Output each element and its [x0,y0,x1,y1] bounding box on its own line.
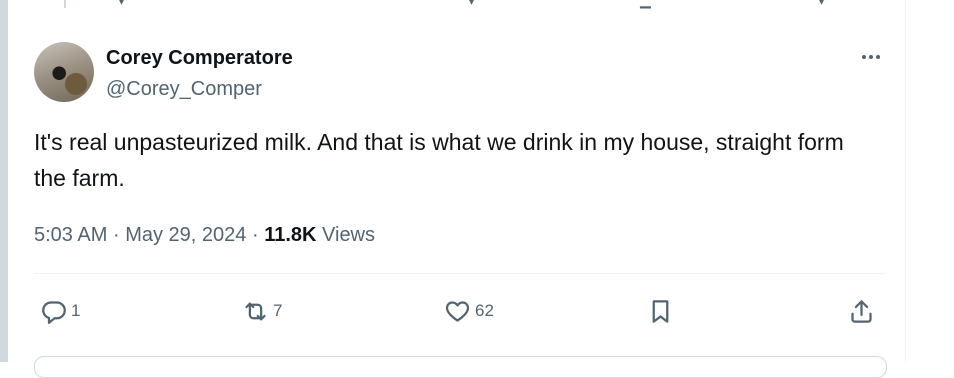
bookmark-icon [652,299,669,323]
views-count: 11.8K [264,224,317,246]
left-scroll-edge [0,0,8,362]
divider [34,273,885,274]
reply-button[interactable]: 1 [40,296,80,326]
more-horizontal-icon [862,55,866,59]
reply-icon [42,300,66,324]
retweet-button[interactable]: 7 [242,296,282,326]
tweet-time[interactable]: 5:03 AM [34,224,107,246]
bookmark-button[interactable] [647,296,674,326]
like-button[interactable]: 62 [444,296,494,326]
meta-separator: · [112,224,120,246]
share-icon [851,299,872,323]
meta-separator: · [251,224,259,246]
tweet-date[interactable]: May 29, 2024 [125,224,246,246]
avatar[interactable] [34,42,94,102]
more-options-button[interactable] [857,48,885,66]
reply-compose-box[interactable] [34,356,887,378]
heart-icon [445,300,470,322]
thread-connector-line [64,0,66,8]
author-display-name[interactable]: Corey Comperatore [106,46,293,70]
views-label: Views [322,224,376,246]
prev-tweet-like-icon[interactable]: ▾ [468,0,475,8]
column-border [905,0,906,362]
author-handle[interactable]: @Corey_Comper [106,77,262,101]
retweet-count: 7 [273,301,283,320]
prev-tweet-reply-icon[interactable]: ▾ [118,0,125,8]
tweet-metadata: 5:03 AM · May 29, 2024 · 11.8K Views [34,222,375,248]
prev-tweet-views-icon[interactable]: ▁ [640,0,651,8]
like-count: 62 [475,301,494,320]
retweet-icon [245,302,266,320]
tweet-text: It's real unpasteurized milk. And that i… [34,129,844,191]
share-button[interactable] [848,296,875,326]
reply-count: 1 [71,301,81,320]
prev-tweet-bookmark-icon[interactable]: ▾ [818,0,825,8]
